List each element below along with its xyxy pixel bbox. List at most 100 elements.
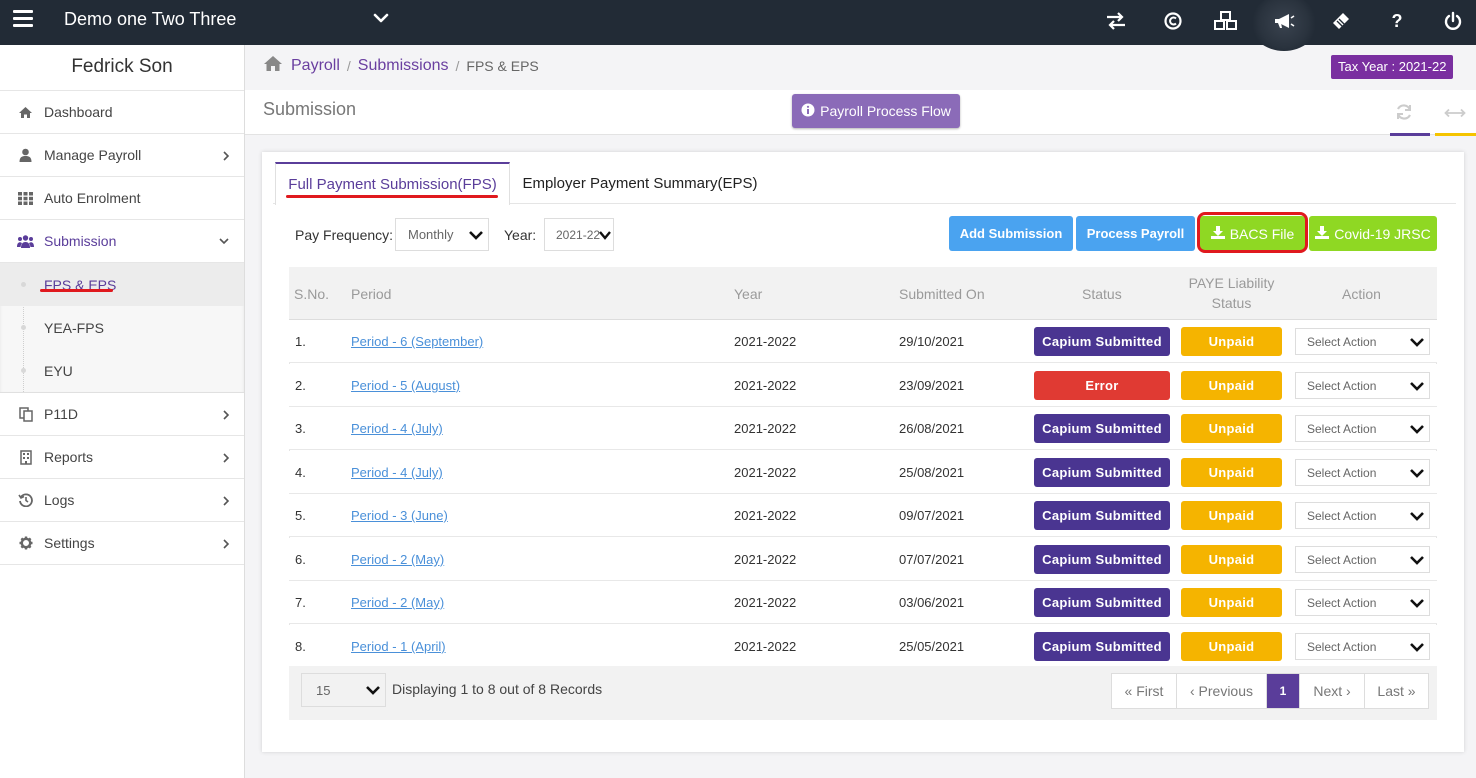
home-icon[interactable] [263,55,283,77]
capium-c-icon[interactable] [1161,9,1185,33]
pagination-page-1[interactable]: 1 [1267,674,1300,708]
select-action-label: Select Action [1307,334,1377,349]
cell-period: Period - 2 (May) [351,538,444,581]
chevron-down-icon[interactable] [373,10,389,29]
year-select[interactable]: 2021-22 [544,218,614,251]
cell-year: 2021-2022 [734,421,797,436]
payroll-process-flow-button[interactable]: Payroll Process Flow [792,94,960,128]
indicator-bar-purple [1390,133,1430,136]
period-link[interactable]: Period - 3 (June) [351,508,448,523]
header-action: Action [1342,286,1381,302]
tab-eps[interactable]: Employer Payment Summary(EPS) [510,162,770,204]
status-badge: Error [1034,371,1170,400]
chevron-down-icon [1409,553,1425,570]
sidebar-item-reports[interactable]: Reports [0,436,244,479]
select-action-dropdown[interactable]: Select Action [1295,502,1430,529]
pagination-first[interactable]: « First [1112,674,1177,708]
power-icon[interactable] [1441,9,1465,33]
sidebar-item-dashboard[interactable]: Dashboard [0,91,244,134]
select-action-dropdown[interactable]: Select Action [1295,633,1430,660]
pagination: « First ‹ Previous 1 Next › Last » [1111,673,1429,709]
cell-submitted-on: 25/08/2021 [899,465,965,480]
tab-fps[interactable]: Full Payment Submission(FPS) [275,162,510,205]
period-link[interactable]: Period - 4 (July) [351,421,443,436]
sidebar-subitem-fps-eps[interactable]: FPS & EPS [0,263,244,306]
cell-submitted-on: 23/09/2021 [899,378,965,393]
history-icon [17,492,34,508]
status-badge: Capium Submitted [1034,327,1170,356]
chevron-down-icon [1409,379,1425,396]
pagination-previous[interactable]: ‹ Previous [1177,674,1267,708]
cell-year: 2021-2022 [734,334,797,349]
cell-sno: 2. [295,378,306,393]
table-row: 3. Period - 4 (July) 2021-2022 26/08/2021 Ca… [289,407,1437,450]
select-action-dropdown[interactable]: Select Action [1295,372,1430,399]
info-icon [801,103,815,120]
sidebar-subitem-eyu[interactable]: EYU [0,349,244,392]
sidebar-item-settings[interactable]: Settings [0,522,244,565]
breadcrumb-submissions[interactable]: Submissions [358,57,449,75]
period-link[interactable]: Period - 1 (April) [351,639,446,654]
select-action-dropdown[interactable]: Select Action [1295,328,1430,355]
submission-submenu: FPS & EPS YEA-FPS EYU [0,263,244,393]
period-link[interactable]: Period - 2 (May) [351,595,444,610]
top-bar: Demo one Two Three ? [0,0,1476,51]
sidebar-item-auto-enrolment[interactable]: Auto Enrolment [0,177,244,220]
pagination-last[interactable]: Last » [1365,674,1428,708]
expand-horizontal-icon[interactable] [1444,105,1466,123]
tax-year-badge: Tax Year : 2021-22 [1331,55,1454,79]
question-icon[interactable]: ? [1385,9,1409,33]
sidebar-item-submission[interactable]: Submission [0,220,244,263]
chevron-right-icon [222,494,230,510]
cell-year: 2021-2022 [734,508,797,523]
status-badge: Capium Submitted [1034,632,1170,661]
bullhorn-icon[interactable] [1272,9,1296,33]
breadcrumb-payroll[interactable]: Payroll [291,57,340,75]
chevron-right-icon [222,149,230,165]
process-payroll-button[interactable]: Process Payroll [1076,216,1195,251]
header-period: Period [351,286,392,302]
cell-period: Period - 6 (September) [351,320,483,363]
exchange-icon[interactable] [1104,9,1128,33]
cell-sno: 5. [295,508,306,523]
cell-sno: 7. [295,595,306,610]
refresh-icon[interactable] [1395,103,1413,124]
select-action-dropdown[interactable]: Select Action [1295,459,1430,486]
period-link[interactable]: Period - 2 (May) [351,552,444,567]
cell-period: Period - 3 (June) [351,494,448,537]
chevron-down-icon [1409,596,1425,613]
covid-jrsc-button[interactable]: Covid-19 JRSC [1309,216,1437,251]
hamburger-menu-icon[interactable] [13,10,33,28]
select-action-dropdown[interactable]: Select Action [1295,415,1430,442]
table-row: 7. Period - 2 (May) 2021-2022 03/06/2021 Cap… [289,581,1437,624]
download-icon [1315,225,1330,242]
sidebar-item-p11d[interactable]: P11D [0,393,244,436]
cubes-icon[interactable] [1214,9,1238,33]
sidebar-subitem-yea-fps[interactable]: YEA-FPS [0,306,244,349]
select-action-dropdown[interactable]: Select Action [1295,546,1430,573]
period-link[interactable]: Period - 5 (August) [351,378,460,393]
breadcrumb-current: FPS & EPS [466,58,539,74]
breadcrumb-separator: / [455,58,460,74]
sidebar-item-logs[interactable]: Logs [0,479,244,522]
cell-year: 2021-2022 [734,595,797,610]
period-link[interactable]: Period - 6 (September) [351,334,483,349]
cell-year: 2021-2022 [734,552,797,567]
cell-period: Period - 2 (May) [351,581,444,624]
cell-sno: 1. [295,334,306,349]
pagination-next[interactable]: Next › [1300,674,1365,708]
ticket-icon[interactable] [1329,9,1353,33]
add-submission-button[interactable]: Add Submission [949,216,1073,251]
chevron-down-icon [1409,422,1425,439]
table-row: 4. Period - 4 (July) 2021-2022 25/08/2021 Ca… [289,451,1437,494]
company-name[interactable]: Demo one Two Three [64,9,236,30]
cell-period: Period - 5 (August) [351,364,460,407]
sidebar-item-manage-payroll[interactable]: Manage Payroll [0,134,244,177]
page-size-select[interactable]: 15 [301,673,386,707]
page-title: Submission [263,99,357,119]
pay-frequency-select[interactable]: Monthly [395,218,489,251]
select-action-dropdown[interactable]: Select Action [1295,589,1430,616]
submenu-dot [21,325,26,330]
period-link[interactable]: Period - 4 (July) [351,465,443,480]
page-size-value: 15 [316,682,331,698]
